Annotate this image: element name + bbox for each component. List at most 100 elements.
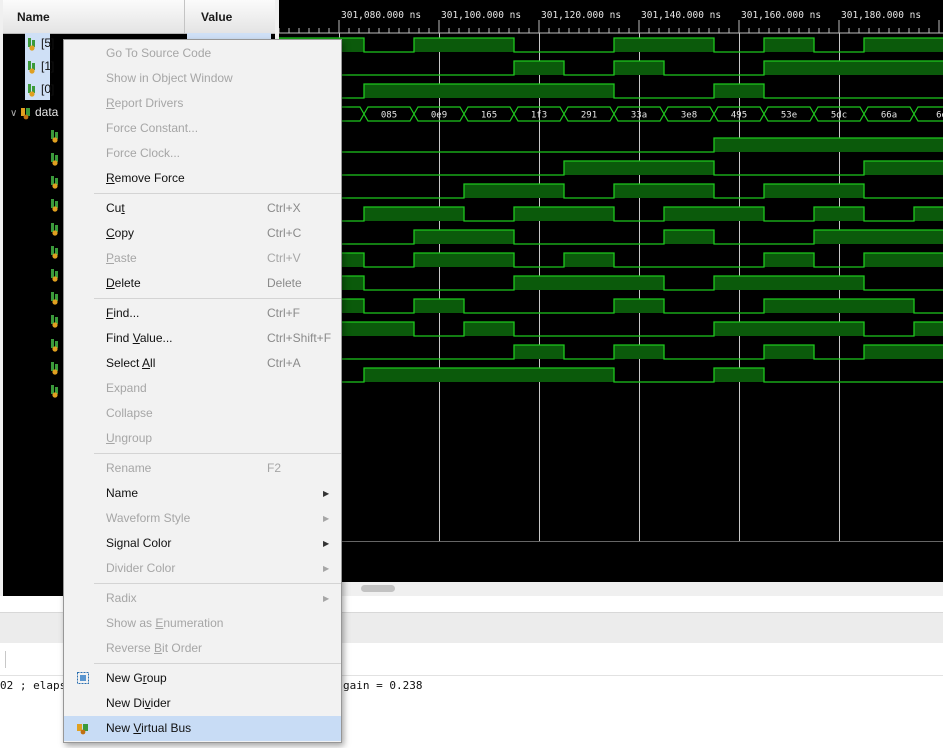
signal-name: [1] [41,59,55,73]
signal-high-fill [614,184,714,198]
signal-high-fill [814,207,864,221]
bit-signal-icon [49,360,64,375]
menu-separator [94,298,341,299]
signal-high-fill [614,345,664,359]
menu-item-expand[interactable]: Expand [64,376,341,401]
menu-item-label: Force Clock... [106,146,181,160]
signal-high-fill [364,207,464,221]
menu-item-copy[interactable]: Copy Ctrl+C [64,221,341,246]
bit-signal-icon [49,314,64,329]
menu-item-remove-force[interactable]: Remove Force [64,166,341,191]
menu-item-ungroup[interactable]: Ungroup [64,426,341,451]
menu-item-cut[interactable]: Cut Ctrl+X [64,196,341,221]
menu-item-force-clock[interactable]: Force Clock... [64,141,341,166]
expand-chevron-icon[interactable]: ∨ [10,102,20,125]
menu-item-label: Expand [106,381,147,395]
bus-signal-icon [20,105,35,120]
menu-item-label: Remove Force [106,171,185,185]
waveform-canvas[interactable]: 301,080.000 ns 301,100.000 ns 301,120.000 … [279,0,943,582]
menu-item-new-group[interactable]: New Group [64,666,341,691]
signal-row[interactable]: [5] [26,32,54,55]
signal-high-fill [614,299,664,313]
signal-high-fill [514,345,564,359]
menu-item-show-as-enumeration[interactable]: Show as Enumeration [64,611,341,636]
signal-high-fill [614,38,714,52]
waveform-area[interactable]: 301,080.000 ns 301,100.000 ns 301,120.000 … [279,0,943,582]
menu-item-collapse[interactable]: Collapse [64,401,341,426]
time-tick-label: 301,120.000 ns [541,10,621,21]
bus-value-label: 66a [881,111,897,121]
bit-signal-icon [49,221,64,236]
signal-row[interactable]: ∨ data [10,101,58,124]
column-header-value[interactable]: Value [186,0,275,33]
menu-item-report-drivers[interactable]: Report Drivers [64,91,341,116]
menu-item-go-to-source-code[interactable]: Go To Source Code [64,41,341,66]
menu-item-reverse-bit-order[interactable]: Reverse Bit Order [64,636,341,661]
menu-item-signal-color[interactable]: Signal Color ▶ [64,531,341,556]
menu-item-label: New Virtual Bus [106,721,192,735]
signal-high-fill [564,161,714,175]
bit-signal-icon [26,59,41,74]
menu-item-show-in-object-window[interactable]: Show in Object Window [64,66,341,91]
menu-item-label: Delete [106,276,141,290]
menu-item-waveform-style[interactable]: Waveform Style ▶ [64,506,341,531]
signal-name: [0] [41,82,55,96]
console-line-right: gain = 0.238 [343,679,423,692]
signal-high-fill [714,138,943,152]
menu-item-force-constant[interactable]: Force Constant... [64,116,341,141]
time-tick-label: 301,140.000 ns [641,10,721,21]
signal-high-fill [414,38,514,52]
signal-row[interactable]: [0] [26,78,54,101]
signal-high-fill [814,230,943,244]
menu-item-find-value[interactable]: Find Value... Ctrl+Shift+F [64,326,341,351]
time-tick-label: 301,080.000 ns [341,10,421,21]
input-caret [5,651,6,668]
menu-item-find[interactable]: Find... Ctrl+F [64,301,341,326]
menu-item-delete[interactable]: Delete Delete [64,271,341,296]
column-header-name[interactable]: Name [3,0,185,33]
menu-item-select-all[interactable]: Select All Ctrl+A [64,351,341,376]
menu-item-new-divider[interactable]: New Divider [64,691,341,716]
signal-high-fill [414,299,464,313]
new-group-icon [76,671,90,685]
menu-item-label: Report Drivers [106,96,184,110]
menu-item-divider-color[interactable]: Divider Color ▶ [64,556,341,581]
menu-item-label: Rename [106,461,152,475]
signal-high-fill [564,253,614,267]
bit-signal-icon [49,290,64,305]
signal-high-fill [714,322,864,336]
bus-value-label: 291 [581,111,597,121]
menu-item-name[interactable]: Name ▶ [64,481,341,506]
menu-item-radix[interactable]: Radix ▶ [64,586,341,611]
signal-high-fill [714,368,764,382]
menu-item-paste[interactable]: Paste Ctrl+V [64,246,341,271]
bus-value-label: 3e8 [681,111,697,121]
menu-item-new-virtual-bus[interactable]: New Virtual Bus [64,716,341,741]
signal-high-fill [764,253,814,267]
signal-high-fill [764,345,814,359]
submenu-arrow-icon: ▶ [323,514,330,523]
signal-high-fill [764,38,814,52]
signal-row[interactable]: [1] [26,55,54,78]
signal-high-fill [714,276,864,290]
signal-high-fill [864,38,943,52]
console-line-left: 02 ; elapse [0,679,73,692]
menu-item-shortcut: Ctrl+A [267,356,301,370]
time-tick-label: 301,100.000 ns [441,10,521,21]
bit-signal-icon [49,174,64,189]
menu-item-label: Signal Color [106,536,172,550]
scrollbar-thumb[interactable] [361,585,395,592]
signal-high-fill [864,161,943,175]
menu-item-label: Collapse [106,406,153,420]
signal-high-fill [514,207,614,221]
menu-item-label: Find Value... [106,331,173,345]
bus-value-label: 6e [936,111,943,121]
menu-item-label: Select All [106,356,156,370]
bit-signal-icon [26,36,41,51]
menu-item-rename[interactable]: Rename F2 [64,456,341,481]
bus-value-label: 33a [631,111,647,121]
menu-item-label: Paste [106,251,137,265]
menu-item-label: Show in Object Window [106,71,233,85]
signal-high-fill [914,207,943,221]
bit-signal-icon [49,383,64,398]
